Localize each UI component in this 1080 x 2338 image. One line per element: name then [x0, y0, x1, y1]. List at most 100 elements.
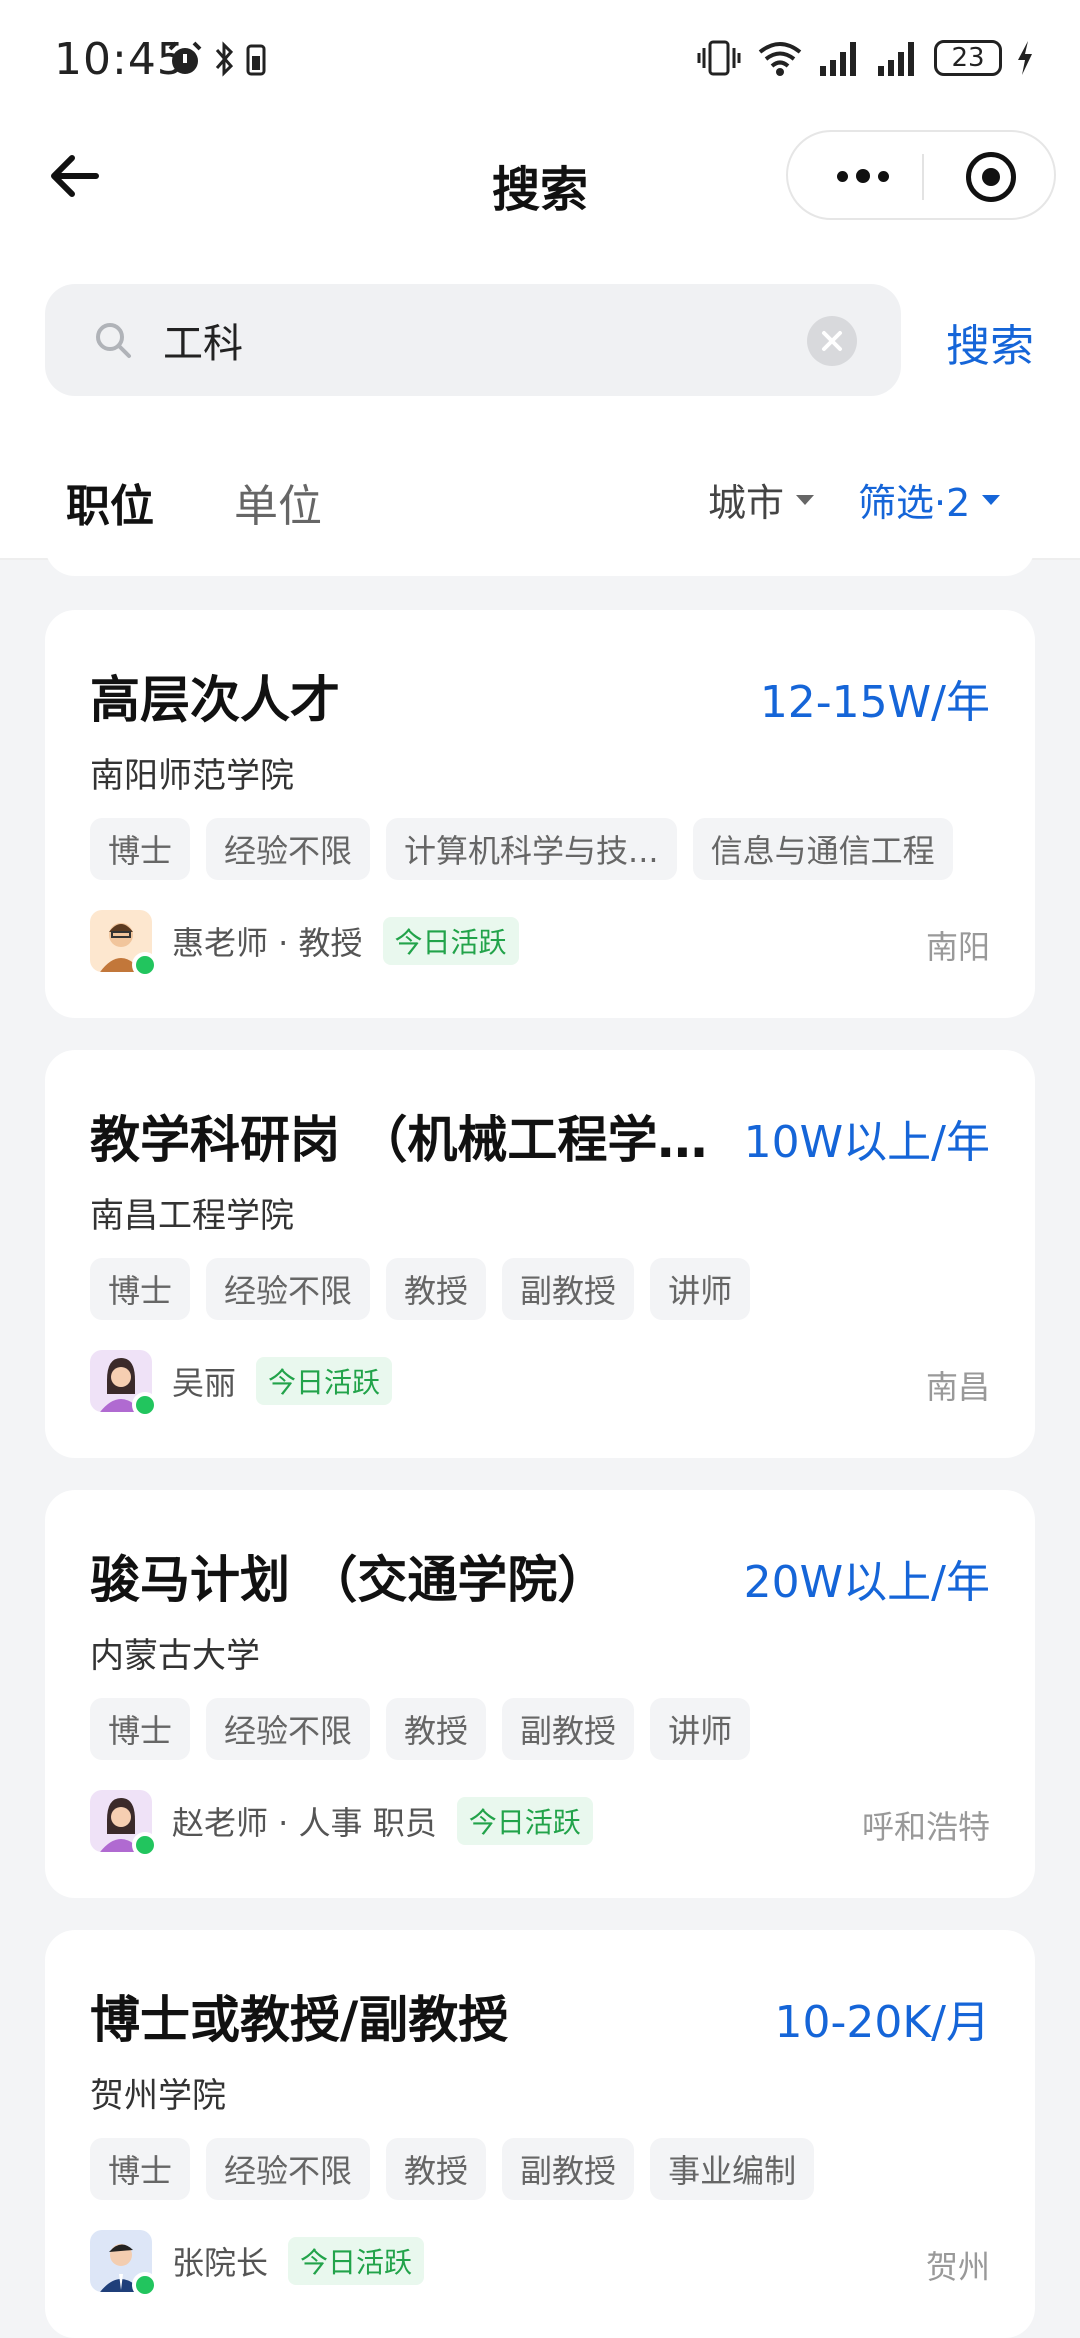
job-title: 高层次人才 — [90, 671, 340, 729]
job-tag: 事业编制 — [650, 2138, 815, 2200]
avatar — [90, 910, 158, 978]
signal-icon — [820, 42, 856, 76]
job-title: 骏马计划 （交通学院） — [90, 1551, 608, 1609]
recruiter-name: 吴丽 — [172, 1364, 237, 1402]
tab-positions[interactable]: 职位 — [66, 470, 154, 534]
job-tag: 经验不限 — [206, 2138, 371, 2200]
job-tag: 副教授 — [502, 1258, 635, 1320]
activity-badge: 今日活跃 — [382, 917, 519, 965]
job-tag: 教授 — [386, 1258, 487, 1320]
avatar — [90, 1790, 158, 1858]
job-tag: 讲师 — [650, 1258, 751, 1320]
battery-level: 23 — [951, 43, 985, 73]
job-tag: 经验不限 — [206, 1258, 371, 1320]
alarm-icon — [168, 41, 202, 74]
charging-icon — [1018, 41, 1032, 75]
job-card[interactable]: 高层次人才 12-15W/年 南阳师范学院 博士 经验不限 计算机科学与技...… — [45, 610, 1035, 1018]
wifi-icon — [758, 42, 802, 76]
job-tag: 讲师 — [650, 1698, 751, 1760]
recruiter-info: 赵老师 · 人事 职员 今日活跃 — [90, 1790, 593, 1858]
nav-bar: 搜索 — [0, 120, 1080, 240]
job-card[interactable]: 教学科研岗 （机械工程学… 10W以上/年 南昌工程学院 博士 经验不限 教授 … — [45, 1050, 1035, 1458]
job-tag: 计算机科学与技... — [386, 818, 677, 880]
tab-units[interactable]: 单位 — [234, 470, 322, 534]
job-title: 博士或教授/副教授 — [90, 1991, 509, 2049]
job-city: 呼和浩特 — [861, 1808, 990, 1846]
activity-badge: 今日活跃 — [456, 1797, 593, 1845]
chevron-down-icon — [982, 494, 1001, 505]
status-right-icons: 23 — [696, 38, 1034, 78]
clear-search-button[interactable] — [807, 316, 857, 366]
battery-indicator: 23 — [934, 40, 1002, 76]
job-tag: 信息与通信工程 — [692, 818, 953, 880]
signal-icon-2 — [878, 42, 914, 76]
job-salary: 10W以上/年 — [743, 1117, 990, 1168]
recruiter-info: 吴丽 今日活跃 — [90, 1350, 393, 1418]
job-tag: 副教授 — [502, 1698, 635, 1760]
job-tag: 教授 — [386, 2138, 487, 2200]
filter-label: 筛选·2 — [858, 481, 971, 525]
activity-badge: 今日活跃 — [288, 2237, 425, 2285]
search-input[interactable] — [163, 310, 803, 370]
more-dot-icon — [837, 170, 848, 182]
job-city: 南阳 — [925, 928, 990, 966]
company-name: 南阳师范学院 — [90, 756, 294, 796]
bluetooth-icon — [215, 41, 234, 77]
search-icon — [96, 323, 131, 358]
more-button[interactable] — [828, 156, 898, 196]
online-status-dot — [132, 2272, 158, 2298]
company-name: 内蒙古大学 — [90, 1636, 260, 1676]
job-city: 南昌 — [925, 1368, 990, 1406]
filter-dropdown[interactable]: 筛选·2 — [858, 472, 1001, 527]
mini-program-capsule — [786, 130, 1056, 220]
capsule-divider — [922, 154, 924, 200]
city-filter-label: 城市 — [708, 481, 785, 525]
job-tag: 博士 — [90, 2138, 191, 2200]
job-tag: 博士 — [90, 1698, 191, 1760]
more-dot-icon — [856, 169, 870, 183]
company-name: 贺州学院 — [90, 2076, 226, 2116]
job-tags: 博士 经验不限 计算机科学与技... 信息与通信工程 — [90, 818, 953, 880]
recruiter-info: 惠老师 · 教授 今日活跃 — [90, 910, 519, 978]
online-status-dot — [132, 1392, 158, 1418]
status-bar: 10:45 23 — [0, 0, 1080, 120]
battery-small-icon — [246, 44, 266, 76]
job-tags: 博士 经验不限 教授 副教授 讲师 — [90, 1258, 751, 1320]
status-left-icons — [166, 40, 266, 78]
online-status-dot — [132, 1832, 158, 1858]
job-card[interactable]: 骏马计划 （交通学院） 20W以上/年 内蒙古大学 博士 经验不限 教授 副教授… — [45, 1490, 1035, 1898]
job-city: 贺州 — [925, 2248, 990, 2286]
search-button[interactable]: 搜索 — [946, 310, 1034, 374]
close-program-button[interactable] — [966, 152, 1016, 202]
avatar — [90, 2230, 158, 2298]
job-tags: 博士 经验不限 教授 副教授 事业编制 — [90, 2138, 815, 2200]
job-tag: 副教授 — [502, 2138, 635, 2200]
job-tags: 博士 经验不限 教授 副教授 讲师 — [90, 1698, 751, 1760]
company-name: 南昌工程学院 — [90, 1196, 294, 1236]
job-tag: 经验不限 — [206, 818, 371, 880]
job-salary: 10-20K/月 — [774, 1997, 990, 2048]
online-status-dot — [132, 952, 158, 978]
previous-card-edge — [45, 540, 1035, 576]
job-title: 教学科研岗 （机械工程学… — [90, 1111, 708, 1169]
close-icon — [822, 331, 842, 351]
job-tag: 经验不限 — [206, 1698, 371, 1760]
city-filter[interactable]: 城市 — [708, 472, 815, 527]
job-tag: 博士 — [90, 1258, 191, 1320]
job-salary: 12-15W/年 — [759, 677, 990, 728]
recruiter-name: 赵老师 · 人事 职员 — [172, 1804, 437, 1842]
more-dot-icon — [878, 170, 889, 182]
job-tag: 博士 — [90, 818, 191, 880]
chevron-down-icon — [796, 494, 815, 505]
recruiter-name: 惠老师 · 教授 — [172, 924, 363, 962]
target-icon — [982, 168, 1000, 186]
job-tag: 教授 — [386, 1698, 487, 1760]
recruiter-info: 张院长 今日活跃 — [90, 2230, 425, 2298]
activity-badge: 今日活跃 — [256, 1357, 393, 1405]
search-box[interactable] — [45, 284, 901, 396]
avatar — [90, 1350, 158, 1418]
job-salary: 20W以上/年 — [743, 1557, 990, 1608]
recruiter-name: 张院长 — [172, 2244, 269, 2282]
vibrate-icon — [697, 40, 741, 76]
job-card[interactable]: 博士或教授/副教授 10-20K/月 贺州学院 博士 经验不限 教授 副教授 事… — [45, 1930, 1035, 2338]
